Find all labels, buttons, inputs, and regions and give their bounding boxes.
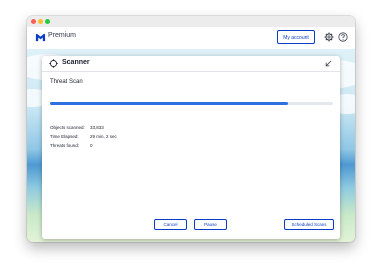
scan-progress-bar — [50, 102, 333, 105]
help-circle-icon[interactable] — [338, 32, 348, 42]
scheduled-scans-button[interactable]: Scheduled Scans — [284, 219, 334, 230]
minimize-window-button[interactable] — [38, 19, 43, 24]
objects-scanned-label: Objects scanned: — [50, 125, 85, 130]
app-window: Premium My account Scanner Threat Scan O… — [27, 16, 355, 242]
gear-icon[interactable] — [324, 32, 334, 42]
scanner-panel: Scanner Threat Scan Objects scanned: 33,… — [42, 56, 340, 239]
my-account-button[interactable]: My account — [277, 30, 315, 44]
pause-button[interactable]: Pause — [194, 219, 227, 230]
threats-found-label: Threats found: — [50, 143, 80, 148]
objects-scanned-value: 33,833 — [90, 125, 104, 130]
scanner-panel-header: Scanner — [42, 56, 340, 72]
app-header: Premium My account — [27, 27, 355, 49]
scanner-title: Scanner — [62, 59, 90, 66]
collapse-arrow-icon[interactable] — [325, 60, 332, 67]
close-window-button[interactable] — [31, 19, 36, 24]
malwarebytes-logo-icon — [35, 33, 46, 42]
threats-found-value: 0 — [90, 143, 93, 148]
time-elapsed-value: 29 min, 2 sec — [90, 134, 117, 139]
time-elapsed-label: Time Elapsed: — [50, 134, 79, 139]
product-name: Premium — [48, 32, 77, 39]
scan-type-title: Threat Scan — [50, 79, 83, 85]
zoom-window-button[interactable] — [45, 19, 50, 24]
cancel-button[interactable]: Cancel — [154, 219, 187, 230]
scanner-crosshair-icon — [49, 59, 58, 68]
scan-progress-fill — [50, 102, 288, 105]
